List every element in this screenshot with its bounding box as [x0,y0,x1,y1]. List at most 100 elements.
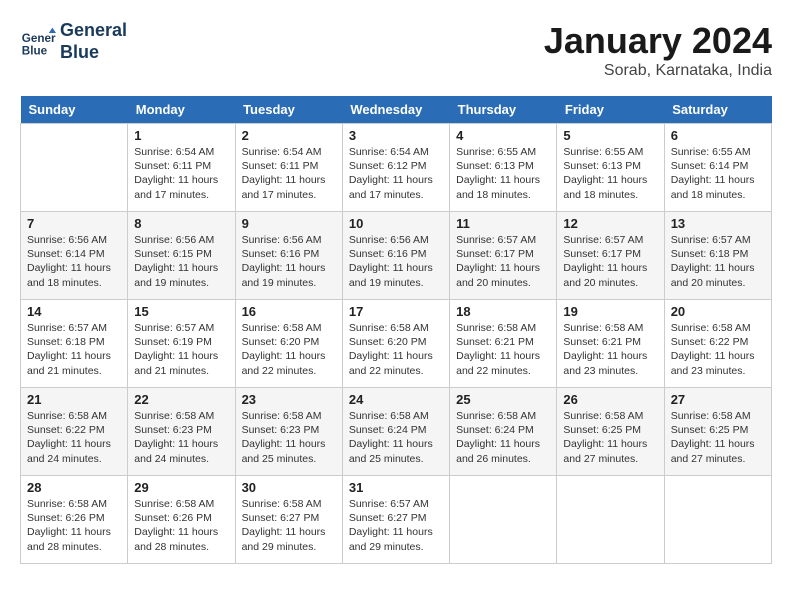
day-info: Sunrise: 6:56 AM Sunset: 6:16 PM Dayligh… [349,233,443,290]
day-info: Sunrise: 6:55 AM Sunset: 6:14 PM Dayligh… [671,145,765,202]
day-info: Sunrise: 6:58 AM Sunset: 6:21 PM Dayligh… [563,321,657,378]
day-number: 21 [27,392,121,407]
day-info: Sunrise: 6:58 AM Sunset: 6:24 PM Dayligh… [456,409,550,466]
calendar-cell: 1 Sunrise: 6:54 AM Sunset: 6:11 PM Daylig… [128,124,235,212]
day-number: 24 [349,392,443,407]
calendar-header-row: Sunday Monday Tuesday Wednesday Thursday… [21,96,772,124]
week-row-5: 28 Sunrise: 6:58 AM Sunset: 6:26 PM Dayli… [21,476,772,564]
day-info: Sunrise: 6:57 AM Sunset: 6:27 PM Dayligh… [349,497,443,554]
calendar-cell [664,476,771,564]
day-info: Sunrise: 6:56 AM Sunset: 6:15 PM Dayligh… [134,233,228,290]
day-info: Sunrise: 6:58 AM Sunset: 6:23 PM Dayligh… [242,409,336,466]
day-number: 8 [134,216,228,231]
logo-icon: General Blue [20,24,56,60]
day-info: Sunrise: 6:54 AM Sunset: 6:12 PM Dayligh… [349,145,443,202]
day-number: 3 [349,128,443,143]
col-monday: Monday [128,96,235,124]
col-sunday: Sunday [21,96,128,124]
calendar-cell: 25 Sunrise: 6:58 AM Sunset: 6:24 PM Dayli… [450,388,557,476]
col-saturday: Saturday [664,96,771,124]
day-info: Sunrise: 6:58 AM Sunset: 6:26 PM Dayligh… [27,497,121,554]
day-number: 31 [349,480,443,495]
col-wednesday: Wednesday [342,96,449,124]
month-title: January 2024 [544,20,772,62]
calendar-cell: 7 Sunrise: 6:56 AM Sunset: 6:14 PM Daylig… [21,212,128,300]
col-thursday: Thursday [450,96,557,124]
day-number: 6 [671,128,765,143]
day-number: 28 [27,480,121,495]
calendar-cell: 6 Sunrise: 6:55 AM Sunset: 6:14 PM Daylig… [664,124,771,212]
day-number: 17 [349,304,443,319]
day-number: 16 [242,304,336,319]
day-number: 11 [456,216,550,231]
calendar-cell: 24 Sunrise: 6:58 AM Sunset: 6:24 PM Dayli… [342,388,449,476]
calendar-cell: 31 Sunrise: 6:57 AM Sunset: 6:27 PM Dayli… [342,476,449,564]
calendar-cell: 21 Sunrise: 6:58 AM Sunset: 6:22 PM Dayli… [21,388,128,476]
day-number: 1 [134,128,228,143]
day-info: Sunrise: 6:57 AM Sunset: 6:19 PM Dayligh… [134,321,228,378]
day-info: Sunrise: 6:58 AM Sunset: 6:26 PM Dayligh… [134,497,228,554]
day-info: Sunrise: 6:57 AM Sunset: 6:17 PM Dayligh… [456,233,550,290]
day-info: Sunrise: 6:58 AM Sunset: 6:27 PM Dayligh… [242,497,336,554]
day-info: Sunrise: 6:56 AM Sunset: 6:16 PM Dayligh… [242,233,336,290]
week-row-2: 7 Sunrise: 6:56 AM Sunset: 6:14 PM Daylig… [21,212,772,300]
day-number: 14 [27,304,121,319]
day-info: Sunrise: 6:54 AM Sunset: 6:11 PM Dayligh… [242,145,336,202]
calendar-cell: 3 Sunrise: 6:54 AM Sunset: 6:12 PM Daylig… [342,124,449,212]
calendar-cell: 30 Sunrise: 6:58 AM Sunset: 6:27 PM Dayli… [235,476,342,564]
day-info: Sunrise: 6:58 AM Sunset: 6:20 PM Dayligh… [349,321,443,378]
day-info: Sunrise: 6:58 AM Sunset: 6:25 PM Dayligh… [563,409,657,466]
day-number: 23 [242,392,336,407]
day-info: Sunrise: 6:58 AM Sunset: 6:22 PM Dayligh… [27,409,121,466]
location-title: Sorab, Karnataka, India [544,62,772,80]
calendar-cell: 10 Sunrise: 6:56 AM Sunset: 6:16 PM Dayli… [342,212,449,300]
day-info: Sunrise: 6:57 AM Sunset: 6:17 PM Dayligh… [563,233,657,290]
day-number: 22 [134,392,228,407]
calendar-cell: 17 Sunrise: 6:58 AM Sunset: 6:20 PM Dayli… [342,300,449,388]
day-info: Sunrise: 6:57 AM Sunset: 6:18 PM Dayligh… [27,321,121,378]
day-number: 2 [242,128,336,143]
day-info: Sunrise: 6:57 AM Sunset: 6:18 PM Dayligh… [671,233,765,290]
calendar-table: Sunday Monday Tuesday Wednesday Thursday… [20,96,772,564]
day-number: 12 [563,216,657,231]
calendar-cell: 4 Sunrise: 6:55 AM Sunset: 6:13 PM Daylig… [450,124,557,212]
calendar-cell [557,476,664,564]
day-info: Sunrise: 6:55 AM Sunset: 6:13 PM Dayligh… [563,145,657,202]
day-number: 25 [456,392,550,407]
calendar-cell [21,124,128,212]
week-row-1: 1 Sunrise: 6:54 AM Sunset: 6:11 PM Daylig… [21,124,772,212]
calendar-cell: 22 Sunrise: 6:58 AM Sunset: 6:23 PM Dayli… [128,388,235,476]
calendar-cell: 9 Sunrise: 6:56 AM Sunset: 6:16 PM Daylig… [235,212,342,300]
title-block: January 2024 Sorab, Karnataka, India [544,20,772,80]
day-number: 20 [671,304,765,319]
calendar-cell: 2 Sunrise: 6:54 AM Sunset: 6:11 PM Daylig… [235,124,342,212]
calendar-cell: 16Sunrise: 6:58 AM Sunset: 6:20 PM Dayli… [235,300,342,388]
calendar-cell: 15Sunrise: 6:57 AM Sunset: 6:19 PM Dayli… [128,300,235,388]
calendar-cell: 5 Sunrise: 6:55 AM Sunset: 6:13 PM Daylig… [557,124,664,212]
day-info: Sunrise: 6:58 AM Sunset: 6:24 PM Dayligh… [349,409,443,466]
logo: General Blue General Blue [20,20,127,63]
day-number: 5 [563,128,657,143]
svg-text:Blue: Blue [22,44,48,57]
day-number: 4 [456,128,550,143]
day-info: Sunrise: 6:58 AM Sunset: 6:21 PM Dayligh… [456,321,550,378]
day-info: Sunrise: 6:55 AM Sunset: 6:13 PM Dayligh… [456,145,550,202]
col-friday: Friday [557,96,664,124]
col-tuesday: Tuesday [235,96,342,124]
day-info: Sunrise: 6:54 AM Sunset: 6:11 PM Dayligh… [134,145,228,202]
day-info: Sunrise: 6:58 AM Sunset: 6:23 PM Dayligh… [134,409,228,466]
calendar-cell: 11 Sunrise: 6:57 AM Sunset: 6:17 PM Dayli… [450,212,557,300]
calendar-cell: 29Sunrise: 6:58 AM Sunset: 6:26 PM Dayli… [128,476,235,564]
logo-text: General Blue [60,20,127,63]
day-number: 9 [242,216,336,231]
calendar-cell: 8 Sunrise: 6:56 AM Sunset: 6:15 PM Daylig… [128,212,235,300]
calendar-cell: 18Sunrise: 6:58 AM Sunset: 6:21 PM Dayli… [450,300,557,388]
calendar-cell: 20Sunrise: 6:58 AM Sunset: 6:22 PM Dayli… [664,300,771,388]
day-info: Sunrise: 6:58 AM Sunset: 6:25 PM Dayligh… [671,409,765,466]
day-number: 10 [349,216,443,231]
day-number: 30 [242,480,336,495]
day-number: 7 [27,216,121,231]
calendar-cell: 23 Sunrise: 6:58 AM Sunset: 6:23 PM Dayli… [235,388,342,476]
day-info: Sunrise: 6:56 AM Sunset: 6:14 PM Dayligh… [27,233,121,290]
calendar-cell: 19Sunrise: 6:58 AM Sunset: 6:21 PM Dayli… [557,300,664,388]
